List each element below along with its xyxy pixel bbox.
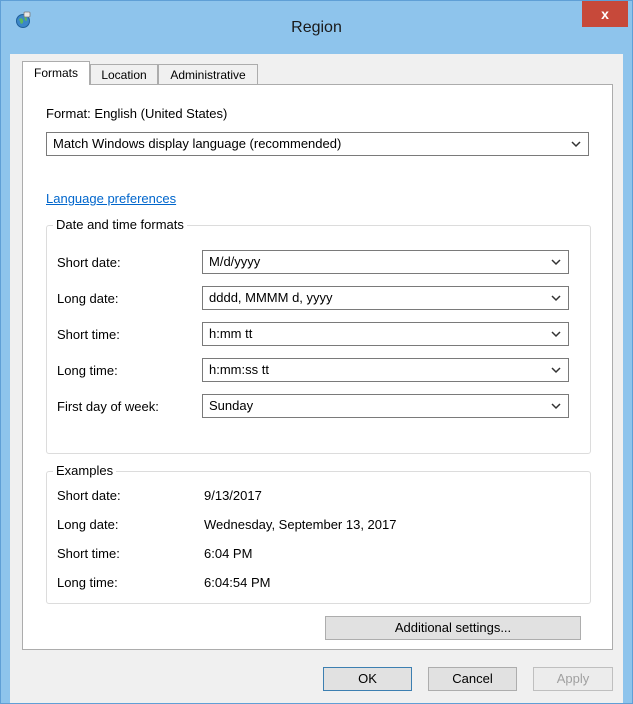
format-dropdown-value: Match Windows display language (recommen… [53,136,342,151]
date-time-formats-title: Date and time formats [53,217,187,232]
short-date-value: M/d/yyyy [209,254,261,269]
close-icon: x [601,6,609,22]
short-time-label: Short time: [57,327,120,342]
example-short-time-value: 6:04 PM [204,546,253,561]
example-short-time-label: Short time: [57,546,120,561]
dialog-client-area: Formats Location Administrative Format: … [10,54,623,703]
long-time-label: Long time: [57,363,118,378]
chevron-down-icon [551,331,561,338]
long-time-dropdown[interactable]: h:mm:ss tt [202,358,569,382]
examples-title: Examples [53,463,117,478]
short-date-label: Short date: [57,255,121,270]
short-time-dropdown[interactable]: h:mm tt [202,322,569,346]
example-long-date-label: Long date: [57,517,119,532]
tab-location[interactable]: Location [90,64,158,84]
chevron-down-icon [551,367,561,374]
example-long-date-value: Wednesday, September 13, 2017 [204,517,397,532]
window-frame-right [623,54,632,703]
tab-formats[interactable]: Formats [22,61,90,85]
close-button[interactable]: x [582,1,628,27]
language-preferences-link[interactable]: Language preferences [46,191,176,206]
chevron-down-icon [571,141,581,148]
long-date-dropdown[interactable]: dddd, MMMM d, yyyy [202,286,569,310]
example-long-time-value: 6:04:54 PM [204,575,271,590]
first-day-of-week-dropdown[interactable]: Sunday [202,394,569,418]
first-day-of-week-value: Sunday [209,398,254,413]
formats-panel: Format: English (United States) Match Wi… [22,84,613,650]
examples-group: Examples Short date: 9/13/2017 Long date… [46,463,591,604]
format-dropdown[interactable]: Match Windows display language (recommen… [46,132,589,156]
example-short-date-label: Short date: [57,488,121,503]
example-long-time-label: Long time: [57,575,118,590]
additional-settings-button[interactable]: Additional settings... [325,616,581,640]
apply-button[interactable]: Apply [533,667,613,691]
date-time-formats-group: Date and time formats Short date: M/d/yy… [46,217,591,454]
long-date-value: dddd, MMMM d, yyyy [209,290,333,305]
long-time-value: h:mm:ss tt [209,362,269,377]
region-window: Region x Formats Location Administrative… [0,0,633,704]
window-title: Region [291,19,342,36]
long-date-label: Long date: [57,291,119,306]
example-short-date-value: 9/13/2017 [204,488,262,503]
first-day-of-week-label: First day of week: [57,399,159,414]
cancel-button[interactable]: Cancel [428,667,517,691]
chevron-down-icon [551,259,561,266]
chevron-down-icon [551,403,561,410]
format-label: Format: English (United States) [46,106,228,121]
window-frame-left [1,54,10,703]
tab-administrative[interactable]: Administrative [158,64,258,84]
chevron-down-icon [551,295,561,302]
title-bar[interactable]: Region x [1,1,632,54]
ok-button[interactable]: OK [323,667,412,691]
short-date-dropdown[interactable]: M/d/yyyy [202,250,569,274]
short-time-value: h:mm tt [209,326,253,341]
